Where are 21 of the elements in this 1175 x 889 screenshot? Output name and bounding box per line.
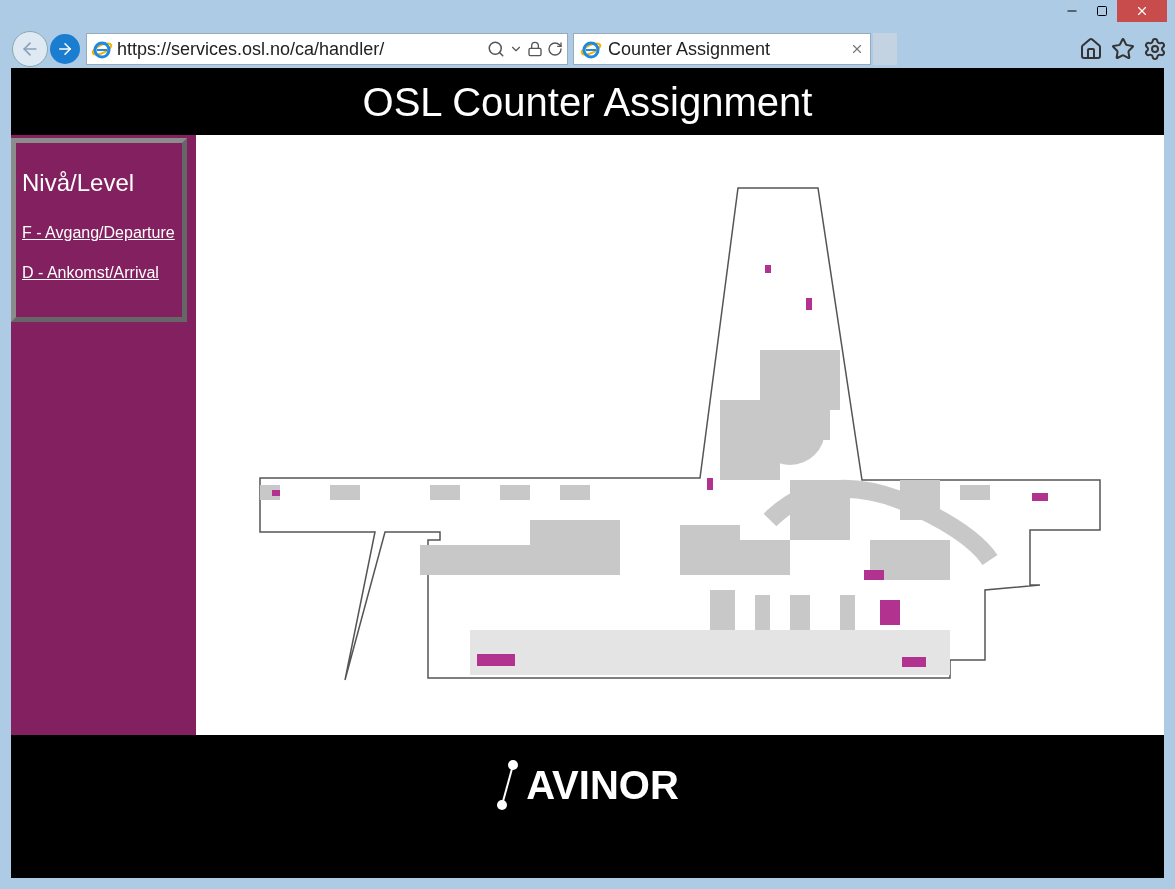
forward-arrow-icon bbox=[56, 40, 74, 58]
level-link[interactable]: F - Avgang/Departure bbox=[22, 221, 175, 245]
search-icon[interactable] bbox=[487, 40, 505, 58]
logo-mark-icon bbox=[496, 758, 521, 811]
close-icon bbox=[1135, 4, 1149, 18]
lock-icon bbox=[527, 41, 543, 57]
browser-tab[interactable]: Counter Assignment bbox=[573, 33, 871, 65]
home-icon[interactable] bbox=[1079, 37, 1103, 61]
refresh-icon[interactable] bbox=[547, 41, 563, 57]
forward-button[interactable] bbox=[50, 34, 80, 64]
settings-icon[interactable] bbox=[1143, 37, 1167, 61]
address-text: https://services.osl.no/ca/handler/ bbox=[117, 37, 386, 61]
level-heading: Nivå/Level bbox=[22, 168, 136, 198]
close-tab-icon[interactable] bbox=[850, 42, 864, 56]
page-title: OSL Counter Assignment bbox=[362, 81, 813, 122]
logo-text: AVINOR bbox=[526, 764, 679, 805]
tab-title: Counter Assignment bbox=[608, 37, 772, 61]
address-bar[interactable]: https://services.osl.no/ca/handler/ bbox=[86, 33, 568, 65]
maximize-icon bbox=[1096, 5, 1108, 17]
favorites-star-icon[interactable] bbox=[1111, 37, 1135, 61]
level-link[interactable]: D - Ankomst/Arrival bbox=[22, 261, 159, 285]
